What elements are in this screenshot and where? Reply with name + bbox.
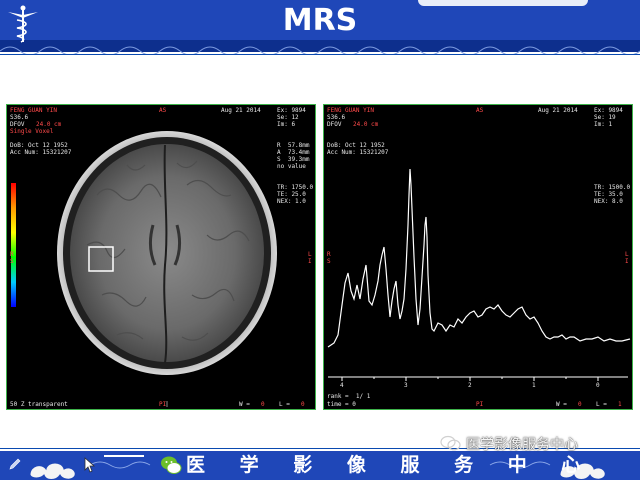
orientation-top: AS	[159, 107, 167, 114]
pencil-icon[interactable]	[8, 456, 22, 475]
nex-value: NEX: 8.0	[594, 198, 623, 205]
orientation-bottom: PI	[159, 401, 167, 408]
level-value: 0	[301, 401, 305, 408]
window-label: W =	[556, 401, 567, 408]
axis-tick-label: 2	[468, 382, 472, 389]
study-date: Aug 21 2014	[538, 107, 578, 114]
mrs-spectrum-panel[interactable]: FENG GUAN YIN S36.6 DFOV 24.0 cm DoB: Oc…	[323, 104, 633, 410]
cursor-icon	[84, 457, 96, 477]
dfov-label: DFOV	[327, 121, 342, 128]
nex-value: NEX: 1.0	[277, 198, 306, 205]
level-label: L =	[279, 401, 290, 408]
tr-value: TR: 1500.0	[594, 184, 631, 191]
window-value: 0	[261, 401, 265, 408]
axis-tick-label: 4	[340, 382, 344, 389]
acc-num: Acc Num: 15321207	[10, 149, 72, 156]
axis-tick-label: 0	[596, 382, 600, 389]
exam-number: Ex: 9894	[277, 107, 306, 114]
acc-num: Acc Num: 15321207	[327, 149, 389, 156]
image-number: Im: 1	[594, 121, 613, 128]
side-orientation-right: L I	[308, 251, 312, 265]
level-label: L =	[596, 401, 607, 408]
color-scale-bar	[11, 183, 16, 307]
level-value: 1	[618, 401, 622, 408]
no-value: no value	[277, 163, 306, 170]
mri-image-panel[interactable]: FENG GUAN YIN S36.6 DFOV 24.0 cm Single …	[6, 104, 316, 410]
patient-name: FENG GUAN YIN	[327, 107, 374, 114]
dfov-value: 24.0 cm	[36, 121, 62, 128]
orientation-top: AS	[476, 107, 484, 114]
series-desc: Single Voxel	[10, 128, 54, 135]
window-value: 0	[578, 401, 582, 408]
side-orientation-left: R S	[327, 251, 331, 265]
study-date: Aug 21 2014	[221, 107, 261, 114]
wechat-icon	[160, 454, 182, 480]
coord-s: S 39.3mm	[277, 156, 310, 163]
te-value: TE: 35.0	[594, 191, 623, 198]
study-id: S36.6	[327, 114, 346, 121]
header-bar: MRS	[0, 0, 640, 56]
exam-number: Ex: 9894	[594, 107, 623, 114]
series-number: Se: 19	[594, 114, 616, 121]
header-divider	[0, 54, 640, 55]
time-readout: time = 0	[327, 401, 356, 408]
tr-value: TR: 1750.0	[277, 184, 314, 191]
colorbar-orientation: R S	[10, 251, 14, 265]
scroll-indicator	[104, 455, 144, 457]
overlay-mode: 50 Z transparent	[10, 401, 68, 408]
watermark-wechat-icon	[440, 434, 462, 456]
watermark-text: 医学影像服务中心	[466, 437, 578, 453]
patient-name: FENG GUAN YIN	[10, 107, 57, 114]
footer-org-name: 医 学 影 像 服 务 中 心	[186, 454, 595, 476]
series-number: Se: 12	[277, 114, 299, 121]
rank-readout: rank = 1/ 1	[327, 393, 371, 400]
coord-a: A 73.4mm	[277, 149, 310, 156]
header-cloud-band	[0, 40, 640, 56]
orientation-bottom: PI	[476, 401, 484, 408]
te-value: TE: 25.0	[277, 191, 306, 198]
image-number: Im: 6	[277, 121, 296, 128]
axis-tick-label: 3	[404, 382, 408, 389]
dfov-label: DFOV	[10, 121, 25, 128]
dfov-value: 24.0 cm	[353, 121, 379, 128]
coord-r: R 57.8mm	[277, 142, 310, 149]
study-id: S36.6	[10, 114, 29, 121]
axis-tick-label: 1	[532, 382, 536, 389]
window-label: W =	[239, 401, 250, 408]
side-orientation-right: L I	[625, 251, 629, 265]
dob: DoB: Oct 12 1952	[327, 142, 385, 149]
page-title: MRS	[282, 3, 358, 38]
dob: DoB: Oct 12 1952	[10, 142, 68, 149]
